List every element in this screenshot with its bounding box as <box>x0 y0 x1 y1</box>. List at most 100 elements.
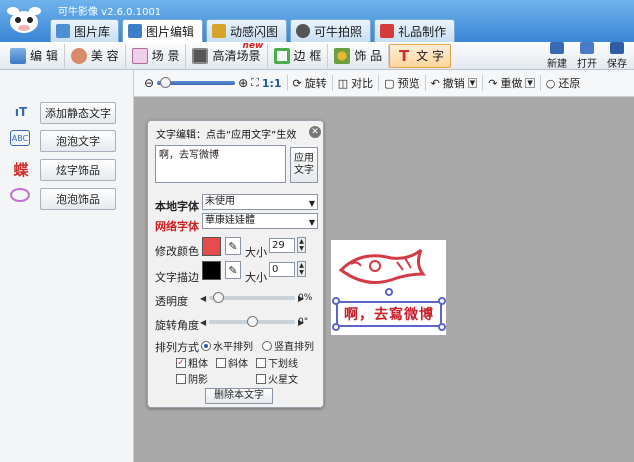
open-label: 打开 <box>577 59 597 70</box>
title-bar: 可牛影像 v2.6.0.1001 图片库 图片编辑 动感闪图 可牛拍照 礼品制作 <box>0 0 634 42</box>
tab-gift[interactable]: 礼品制作 <box>374 19 456 42</box>
main-tabs: 图片库 图片编辑 动感闪图 可牛拍照 礼品制作 <box>50 19 456 42</box>
frame-icon <box>273 47 290 64</box>
save-button[interactable]: 保存 <box>602 42 632 70</box>
undo-button[interactable]: ↶ 撤销 ▼ <box>426 73 483 93</box>
rotate-knob[interactable] <box>247 316 258 327</box>
rotate-angle-value: 0° <box>298 317 309 327</box>
save-icon <box>610 42 624 54</box>
tool-scene[interactable]: 场 景 <box>126 43 187 68</box>
left-icon-row: ABC <box>10 130 30 146</box>
size-stepper[interactable]: ▲ ▼ <box>297 237 306 253</box>
resize-handle-br[interactable] <box>438 323 446 331</box>
stroke-color-swatch[interactable] <box>202 261 221 280</box>
checkbox-indicator <box>216 357 226 368</box>
size-label: 大小 <box>245 246 267 259</box>
gift-icon <box>380 24 395 38</box>
tool-beauty[interactable]: 美 容 <box>65 43 126 68</box>
bubble-decor-button[interactable]: 泡泡饰品 <box>40 188 116 210</box>
tool-edit[interactable]: 编 辑 <box>4 43 65 68</box>
actual-size-label[interactable]: 1:1 <box>262 77 282 90</box>
resize-handle-tr[interactable] <box>438 297 446 305</box>
rotate-handle[interactable] <box>385 288 393 296</box>
layout-vertical-radio[interactable]: 竖直排列 <box>262 338 314 353</box>
tab-flash-gif[interactable]: 动感闪图 <box>206 19 288 42</box>
stroke-stepper[interactable]: ▲ ▼ <box>297 261 306 277</box>
font-size-input[interactable]: 29 <box>269 238 295 253</box>
layout-horizontal-label: 水平排列 <box>213 342 253 353</box>
zoom-in-icon[interactable]: ⊕ <box>238 76 248 90</box>
tool-frame[interactable]: 边 框 <box>268 43 329 68</box>
arrow-left-icon[interactable]: ◀ <box>200 294 209 303</box>
rotate-track[interactable] <box>209 316 295 327</box>
underline-checkbox[interactable]: 下划线 <box>256 355 298 370</box>
resize-handle-tl[interactable] <box>332 297 340 305</box>
text-content-input[interactable]: 啊，去写微博 <box>155 145 286 183</box>
tool-label: 文 字 <box>416 49 444 63</box>
redo-button[interactable]: ↷ 重做 ▼ <box>483 73 540 93</box>
restore-button[interactable]: ○ 还原 <box>541 73 586 93</box>
eyedropper-icon[interactable]: ✎ <box>225 237 241 255</box>
tab-gallery[interactable]: 图片库 <box>50 19 120 42</box>
app-logo-icon <box>7 7 41 33</box>
compare-button[interactable]: ◫ 对比 <box>333 73 378 93</box>
redo-icon: ↷ <box>488 76 498 90</box>
rotate-angle-slider[interactable]: ◀ ▶ <box>200 315 308 329</box>
opacity-track[interactable] <box>209 292 295 303</box>
preview-icon: ▢ <box>384 76 395 90</box>
new-file-icon <box>550 42 564 54</box>
bubble-text-button[interactable]: 泡泡文字 <box>40 130 116 152</box>
apply-text-button[interactable]: 应用 文字 <box>290 147 318 183</box>
text-color-swatch[interactable] <box>202 237 221 256</box>
layout-horizontal-radio[interactable]: 水平排列 <box>201 338 253 353</box>
mars-text-checkbox[interactable]: 火星文 <box>256 371 298 386</box>
layout-vertical-label: 竖直排列 <box>274 342 314 353</box>
gallery-icon <box>56 24 70 38</box>
text-tool-icon: T <box>399 46 410 65</box>
preview-button[interactable]: ▢ 预览 <box>379 73 424 93</box>
tab-camera[interactable]: 可牛拍照 <box>290 19 372 42</box>
undo-label: 撤销 <box>442 77 465 90</box>
zoom-out-icon[interactable]: ⊖ <box>144 76 154 90</box>
tool-label: 场 景 <box>151 49 180 63</box>
fancy-text-decor-button[interactable]: 炫字饰品 <box>40 159 116 181</box>
new-button[interactable]: 新建 <box>542 42 572 70</box>
tool-label: 编 辑 <box>30 49 58 63</box>
italic-checkbox[interactable]: 斜体 <box>216 355 248 370</box>
open-button[interactable]: 打开 <box>572 42 602 70</box>
eyedropper-icon[interactable]: ✎ <box>225 261 241 279</box>
add-static-text-button[interactable]: 添加静态文字 <box>40 102 116 124</box>
canvas-text-layer[interactable]: 啊，去寫微博 <box>336 301 442 327</box>
zoom-slider[interactable] <box>157 77 236 88</box>
undo-dropdown-icon[interactable]: ▼ <box>467 78 478 88</box>
dialog-title: 文字编辑：点击“应用文字”生效 <box>156 130 297 141</box>
italic-label: 斜体 <box>228 359 248 370</box>
tool-hd-scene[interactable]: 高清场景 new <box>186 40 268 68</box>
file-toolbar: 新建 打开 保存 <box>542 42 632 70</box>
hd-scene-icon <box>192 47 209 64</box>
web-font-select[interactable]: 華康娃娃體 ▼ <box>202 213 318 229</box>
opacity-slider[interactable]: ◀ ▶ <box>200 291 308 305</box>
opacity-knob[interactable] <box>213 292 224 303</box>
rotate-icon: ⟳ <box>292 76 302 90</box>
delete-text-button[interactable]: 删除本文字 <box>205 388 273 404</box>
tool-text[interactable]: T 文 字 <box>389 43 451 68</box>
new-label: 新建 <box>547 59 567 70</box>
bold-checkbox[interactable]: ✓ 粗体 <box>176 355 208 370</box>
stroke-size-label: 大小 <box>245 271 267 284</box>
tab-photo-edit[interactable]: 图片编辑 <box>122 19 204 42</box>
checkbox-indicator <box>176 373 186 384</box>
redo-dropdown-icon[interactable]: ▼ <box>525 78 535 88</box>
rotate-button[interactable]: ⟳ 旋转 <box>288 73 332 93</box>
new-badge: new <box>242 40 264 51</box>
local-font-select[interactable]: 未使用 ▼ <box>202 194 318 210</box>
close-icon[interactable]: ✕ <box>309 126 321 138</box>
arrow-left-icon[interactable]: ◀ <box>200 318 209 327</box>
static-text-icon: ıT <box>14 105 28 119</box>
shadow-checkbox[interactable]: 阴影 <box>176 371 208 386</box>
stroke-size-input[interactable]: 0 <box>269 262 295 277</box>
fit-screen-icon[interactable]: ⛶ <box>251 76 259 90</box>
zoom-slider-knob[interactable] <box>160 77 172 88</box>
resize-handle-bl[interactable] <box>332 323 340 331</box>
tool-accessory[interactable]: 饰 品 <box>328 43 390 68</box>
